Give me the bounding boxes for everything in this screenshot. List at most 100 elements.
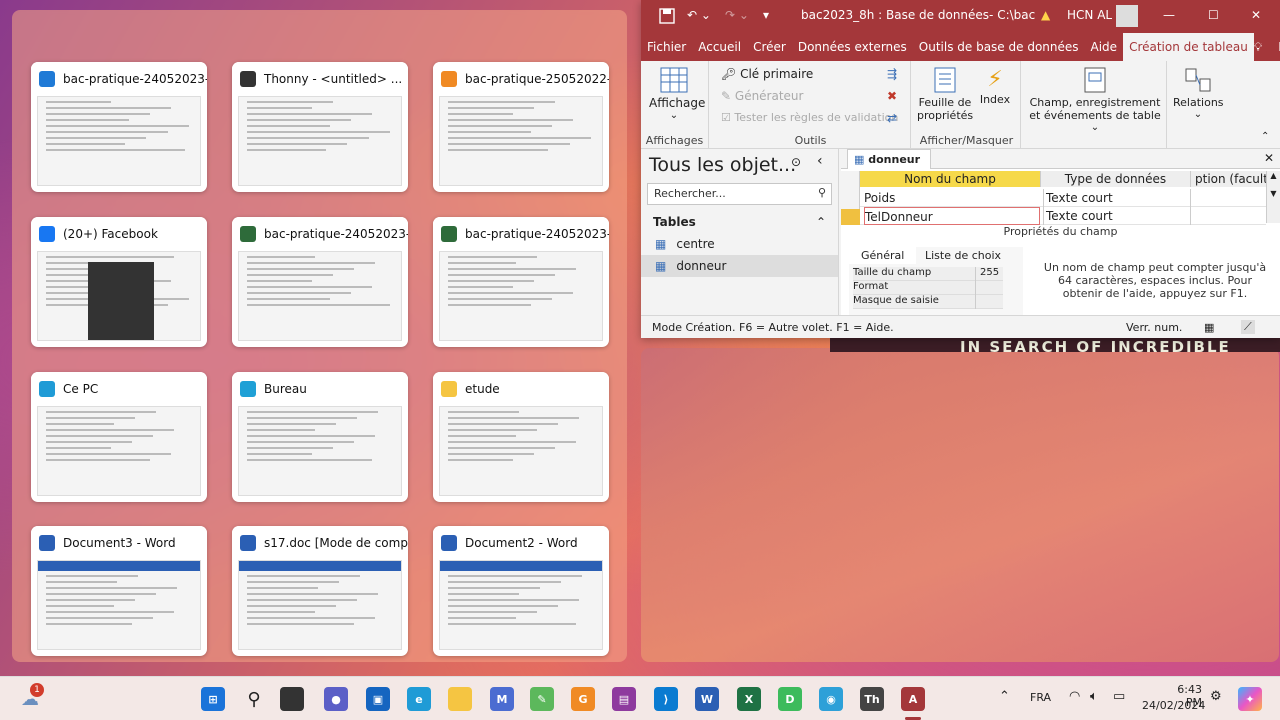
window-thumbnail[interactable]: bac-pratique-25052022-...	[433, 62, 609, 192]
ribbon-tab[interactable]: Accueil	[692, 33, 747, 61]
pdf-reader-icon[interactable]: G	[571, 687, 595, 711]
search-icon[interactable]: ⚲	[242, 687, 266, 711]
browser-icon[interactable]: ◉	[819, 687, 843, 711]
nav-menu-icon[interactable]: ⊙	[791, 155, 801, 169]
close-tab-icon[interactable]: ✕	[1264, 151, 1274, 165]
save-icon[interactable]	[659, 8, 675, 27]
field-type-cell[interactable]: Texte court	[1043, 189, 1191, 207]
archive-icon[interactable]: ▤	[612, 687, 636, 711]
word-icon[interactable]: W	[695, 687, 719, 711]
window-thumbnail[interactable]: Ce PC	[31, 372, 207, 502]
volume-icon[interactable]: 🔈︎	[1090, 689, 1098, 704]
champ-evenements-button[interactable]: Champ, enregistrement et événements de t…	[1027, 67, 1163, 133]
edge-icon[interactable]: e	[407, 687, 431, 711]
teams-icon[interactable]: ●	[324, 687, 348, 711]
clock-date[interactable]: 24/02/2024	[1142, 699, 1205, 712]
generateur-button[interactable]: ✎ Générateur	[721, 89, 803, 103]
store-icon[interactable]: ▣	[366, 687, 390, 711]
user-name[interactable]: HCN AL	[1067, 8, 1112, 22]
excel-icon[interactable]: X	[737, 687, 761, 711]
tab-liste-choix[interactable]: Liste de choix	[925, 249, 1001, 262]
thonny-icon[interactable]: Th	[860, 687, 884, 711]
field-row[interactable]: Poids Texte court	[860, 189, 1266, 207]
nav-header[interactable]: Tous les objet... ⊙ ‹	[641, 149, 838, 181]
ribbon-tab[interactable]: Fichier	[641, 33, 692, 61]
affichage-button[interactable]: Affichage ⌄	[649, 67, 705, 121]
close-button[interactable]: ✕	[1251, 8, 1261, 22]
modify-lookups-icon[interactable]: ⇄	[887, 111, 897, 125]
insert-rows-icon[interactable]: ⇶	[887, 67, 897, 81]
property-row[interactable]: Taille du champ 255	[853, 267, 1003, 281]
relations-button[interactable]: Relations ⌄	[1173, 67, 1224, 120]
window-thumbnail[interactable]: bac-pratique-24052023-...	[433, 217, 609, 347]
window-thumbnail[interactable]: s17.doc [Mode de comp...	[232, 526, 408, 656]
file-explorer-icon[interactable]	[448, 687, 472, 711]
empty-snap-zone[interactable]	[641, 348, 1279, 662]
current-row-selector[interactable]	[841, 209, 860, 225]
window-thumbnail[interactable]: Document2 - Word	[433, 526, 609, 656]
index-button[interactable]: ⚡ Index	[975, 67, 1015, 106]
tester-regles-button[interactable]: ☑ Tester les règles de validation	[721, 111, 898, 124]
copilot-icon[interactable]: ✦	[1238, 687, 1262, 711]
show-hidden-icons-icon[interactable]: ⌃	[999, 689, 1010, 704]
ribbon-tab[interactable]: Création de tableau	[1123, 33, 1254, 61]
window-thumbnail[interactable]: bac-pratique-24052023-...	[232, 217, 408, 347]
feuille-proprietes-button[interactable]: Feuille de propriétés	[917, 67, 973, 122]
table-item-donneur[interactable]: ▦ donneur	[641, 255, 838, 277]
ribbon-tab[interactable]: Créer	[747, 33, 792, 61]
window-thumbnail[interactable]: Thonny - <untitled> ...	[232, 62, 408, 192]
battery-icon[interactable]: ▭	[1113, 689, 1125, 704]
nav-collapse-icon[interactable]: ‹	[817, 153, 823, 169]
window-thumbnail[interactable]: Bureau	[232, 372, 408, 502]
tab-donneur[interactable]: ▦ donneur	[847, 149, 932, 169]
field-description-cell[interactable]	[1190, 189, 1266, 207]
notification-icon[interactable]: ⚙	[1210, 689, 1222, 704]
start-icon[interactable]: ⊞	[201, 687, 225, 711]
property-value[interactable]	[975, 281, 1003, 295]
cle-primaire-button[interactable]: 🔑︎ Clé primaire	[721, 67, 813, 81]
redo-icon[interactable]: ↷ ⌄	[725, 8, 749, 22]
task-view-icon[interactable]	[280, 687, 304, 711]
maximize-button[interactable]: ☐	[1208, 8, 1219, 22]
nav-search-input[interactable]: Rechercher... ⚲	[647, 183, 832, 205]
window-thumbnail[interactable]: Document3 - Word	[31, 526, 207, 656]
undo-icon[interactable]: ↶ ⌄	[687, 8, 711, 22]
window-thumbnail[interactable]: etude	[433, 372, 609, 502]
field-row[interactable]: TelDonneur Texte court	[860, 207, 1266, 225]
col-header-type[interactable]: Type de données	[1040, 171, 1190, 187]
property-value[interactable]	[975, 295, 1003, 309]
table-item-centre[interactable]: ▦ centre	[641, 233, 838, 255]
field-description-cell[interactable]	[1190, 207, 1266, 225]
customize-toolbar-icon[interactable]: ▾	[763, 8, 769, 22]
col-header-description[interactable]: ption (facult	[1190, 171, 1266, 187]
property-row[interactable]: Masque de saisie	[853, 295, 1003, 309]
design-view-icon[interactable]: ⟋	[1241, 320, 1255, 334]
code-editor-icon[interactable]: M	[490, 687, 514, 711]
notepad-icon[interactable]: ✎	[530, 687, 554, 711]
ribbon-tab[interactable]: Outils de base de données	[913, 33, 1085, 61]
field-type-cell[interactable]: Texte court	[1043, 207, 1191, 225]
vertical-scrollbar[interactable]: ▲ ▼	[1266, 171, 1280, 223]
access-icon[interactable]: A	[901, 687, 925, 711]
collapse-ribbon-icon[interactable]: ⌃	[1261, 131, 1269, 142]
tables-section[interactable]: Tables ⌃	[641, 207, 838, 233]
designer-icon[interactable]: D	[778, 687, 802, 711]
field-name-cell[interactable]: Poids	[864, 189, 1040, 207]
col-header-nom[interactable]: Nom du champ	[860, 171, 1040, 187]
wifi-icon[interactable]: ◠	[1069, 689, 1080, 704]
field-name-cell[interactable]: TelDonneur	[864, 207, 1040, 225]
ribbon-tab[interactable]: Données externes	[792, 33, 913, 61]
ribbon-tab[interactable]: Aide	[1085, 33, 1124, 61]
vscode-icon[interactable]: ⟩	[654, 687, 678, 711]
property-value[interactable]: 255	[975, 267, 1003, 281]
language-indicator[interactable]: FRA	[1030, 691, 1051, 704]
delete-rows-icon[interactable]: ✖	[887, 89, 897, 103]
property-row[interactable]: Format	[853, 281, 1003, 295]
window-thumbnail[interactable]: (20+) Facebook	[31, 217, 207, 347]
datasheet-view-icon[interactable]: ▦	[1204, 321, 1214, 334]
window-thumbnail[interactable]: bac-pratique-24052023-...	[31, 62, 207, 192]
avatar[interactable]	[1116, 5, 1138, 27]
minimize-button[interactable]: —	[1163, 8, 1175, 22]
tab-general[interactable]: Général	[849, 247, 917, 264]
ribbon-tab[interactable]: Dites-le-r	[1272, 33, 1280, 61]
